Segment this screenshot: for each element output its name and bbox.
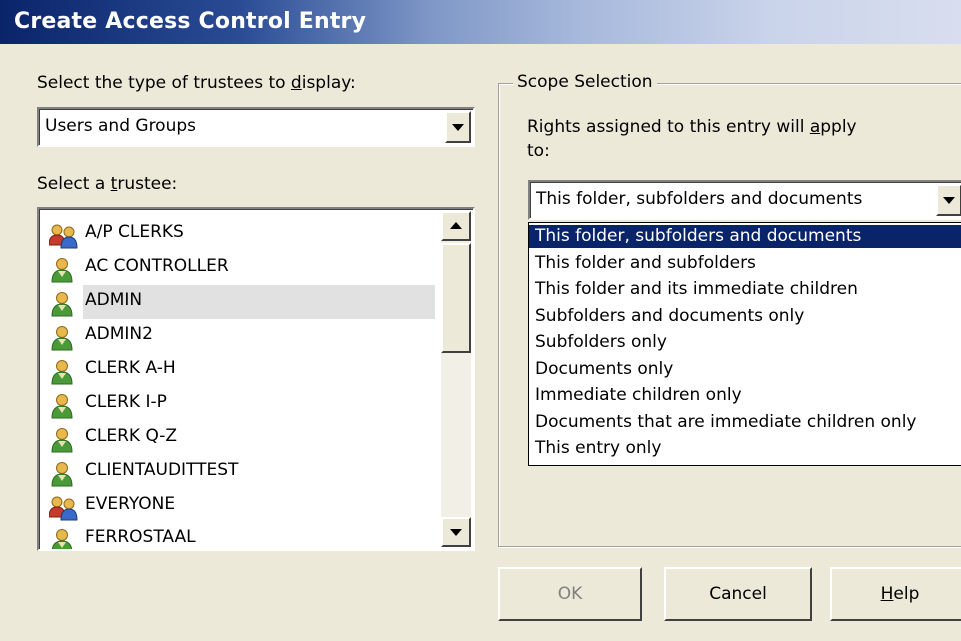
user-icon (49, 427, 75, 453)
scope-description: Rights assigned to this entry will apply (527, 117, 857, 137)
scroll-up-button[interactable] (441, 211, 471, 241)
cancel-button[interactable]: Cancel (664, 567, 812, 621)
scope-description-text-end: pply (820, 117, 857, 137)
scope-option[interactable]: This folder and its immediate children (529, 278, 961, 301)
scope-option[interactable]: This entry only (529, 437, 961, 460)
scope-value: This folder, subfolders and documents (536, 189, 863, 209)
ok-button[interactable]: OK (498, 567, 642, 621)
scope-description-accel: a (809, 117, 821, 137)
user-icon (49, 528, 75, 549)
title-bar[interactable]: Create Access Control Entry (0, 0, 961, 44)
trustee-list-item[interactable]: EVERYONE (48, 489, 435, 523)
trustee-type-dropdown-button[interactable] (445, 111, 471, 143)
scope-option[interactable]: Subfolders only (529, 331, 961, 354)
trustee-label: Select a trustee: (37, 174, 177, 194)
scope-option[interactable]: Immediate children only (529, 384, 961, 407)
trustee-name: ADMIN2 (85, 324, 153, 344)
trustee-type-label-text: Select the type of trustees to (37, 73, 291, 93)
scope-option[interactable]: This folder and subfolders (529, 252, 961, 275)
trustee-list[interactable]: FERROSTAAL EVERYONE CLIENTAUDITTEST CLERK Q… (37, 207, 475, 551)
scope-dropdown-button[interactable] (936, 184, 961, 216)
window-title: Create Access Control Entry (14, 9, 367, 34)
trustee-type-label-accel: d (290, 73, 302, 93)
trustee-name: FERROSTAAL (85, 527, 196, 547)
trustee-label-text: Select a (37, 174, 111, 194)
trustee-list-item[interactable]: ADMIN2 (49, 319, 435, 353)
scope-option[interactable]: This folder, subfolders and documents (529, 225, 961, 248)
scope-option[interactable]: Documents that are immediate children on… (529, 411, 961, 434)
trustee-name: CLERK A-H (85, 358, 176, 378)
trustee-list-item[interactable]: CLERK I-P (49, 387, 435, 421)
scope-select[interactable]: This folder, subfolders and documents (528, 180, 961, 220)
chevron-down-icon (943, 197, 955, 204)
user-icon (49, 291, 75, 317)
trustee-name: CLIENTAUDITTEST (85, 460, 239, 480)
trustee-name: CLERK Q-Z (85, 426, 178, 446)
trustee-label-text-end: rustee: (117, 174, 178, 194)
trustee-name: EVERYONE (85, 494, 176, 514)
create-ace-dialog: Create Access Control Entry Select the t… (0, 0, 961, 641)
scope-description-text: Rights assigned to this entry will (527, 117, 810, 137)
scope-description-line2: to: (527, 141, 550, 161)
scope-selection-legend: Scope Selection (513, 72, 657, 92)
user-icon (49, 461, 75, 487)
trustee-list-item[interactable]: CLERK A-H (49, 353, 435, 387)
user-icon (49, 393, 75, 419)
trustee-type-label-text-end: isplay: (301, 73, 356, 93)
trustee-name: AC CONTROLLER (85, 256, 229, 276)
trustee-list-item[interactable]: ADMIN (51, 285, 435, 319)
trustee-name: ADMIN (85, 290, 143, 310)
scope-option[interactable]: Subfolders and documents only (529, 305, 961, 328)
trustee-type-select[interactable]: Users and Groups (37, 107, 475, 147)
trustee-list-item[interactable]: AC CONTROLLER (49, 251, 435, 285)
chevron-down-icon (452, 124, 464, 131)
user-icon (49, 325, 75, 351)
trustee-list-scrollbar[interactable] (441, 211, 471, 547)
trustee-list-item[interactable]: A/P CLERKS (48, 217, 435, 251)
trustee-list-item[interactable]: CLERK Q-Z (49, 421, 435, 455)
chevron-up-icon (450, 222, 462, 229)
help-button[interactable]: Help (830, 567, 961, 621)
trustee-type-label: Select the type of trustees to display: (37, 73, 356, 93)
scroll-down-button[interactable] (441, 517, 471, 547)
scroll-thumb[interactable] (441, 243, 471, 353)
trustee-type-value: Users and Groups (45, 116, 197, 136)
help-button-label: elp (893, 584, 920, 604)
trustee-list-item[interactable]: FERROSTAAL (49, 522, 435, 549)
scope-dropdown-list[interactable]: This folder, subfolders and documents Thi… (528, 222, 961, 466)
trustee-list-item[interactable]: CLIENTAUDITTEST (49, 455, 435, 489)
trustee-name: A/P CLERKS (85, 222, 184, 242)
help-button-accel: H (880, 584, 894, 604)
user-icon (49, 359, 75, 385)
group-icon (48, 223, 78, 249)
chevron-down-icon (450, 529, 462, 536)
user-icon (49, 257, 75, 283)
scope-option[interactable]: Documents only (529, 358, 961, 381)
group-icon (48, 495, 78, 521)
trustee-name: CLERK I-P (85, 392, 167, 412)
